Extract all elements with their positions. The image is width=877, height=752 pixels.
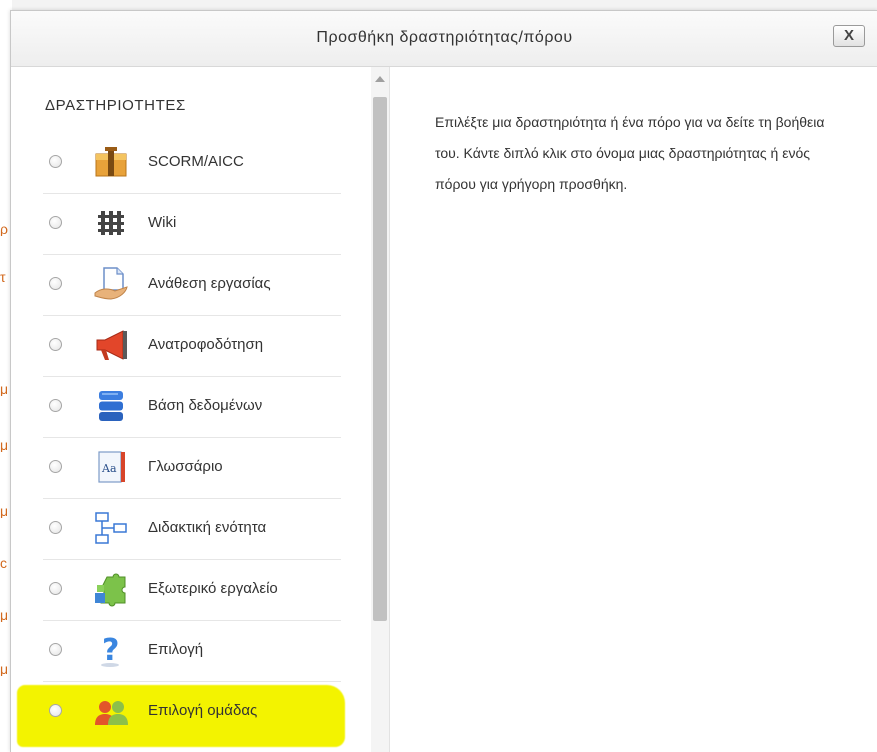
activity-option-wiki[interactable]: Wiki <box>11 194 371 255</box>
backdrop-fragment: μ <box>0 662 9 676</box>
activity-option-database[interactable]: Βάση δεδομένων <box>11 377 371 438</box>
activity-option-scorm[interactable]: SCORM/AICC <box>11 133 371 194</box>
activity-option-group-choice[interactable]: Επιλογή ομάδας <box>11 682 371 747</box>
svg-text:Aa: Aa <box>101 462 117 475</box>
radio-button[interactable] <box>49 643 62 656</box>
backdrop-fragment: μ <box>0 504 9 518</box>
options-scrollbar[interactable] <box>371 67 389 752</box>
radio-button[interactable] <box>49 338 62 351</box>
svg-text:?: ? <box>102 633 119 668</box>
close-button[interactable]: X <box>833 25 865 47</box>
scorm-package-icon <box>95 147 127 177</box>
radio-button[interactable] <box>49 704 62 717</box>
activity-label: Εξωτερικό εργαλείο <box>148 580 278 597</box>
dialog-title: Προσθήκη δραστηριότητας/πόρου <box>316 29 573 46</box>
database-icon <box>99 391 123 421</box>
activity-option-glossary[interactable]: Aa Γλωσσάριο <box>11 438 371 499</box>
backdrop-fragment: τ <box>0 270 6 284</box>
activities-heading: ΔΡΑΣΤΗΡΙΟΤΗΤΕΣ <box>45 97 186 114</box>
dialog-header: Προσθήκη δραστηριότητας/πόρου X <box>11 11 877 67</box>
activity-option-choice[interactable]: ? Επιλογή <box>11 621 371 682</box>
activity-label: Διδακτική ενότητα <box>148 519 267 536</box>
glossary-icon: Aa <box>98 451 125 483</box>
activity-label: Wiki <box>148 214 177 231</box>
activity-list: SCORM/AICC Wiki Ανάθεση εργασίας Ανατροφ… <box>11 133 371 747</box>
activity-option-assignment[interactable]: Ανάθεση εργασίας <box>11 255 371 316</box>
scroll-up-arrow-icon[interactable] <box>375 76 385 82</box>
activity-label: Ανατροφοδότηση <box>148 336 264 353</box>
backdrop-fragment: μ <box>0 608 9 622</box>
feedback-megaphone-icon <box>96 330 127 360</box>
activity-option-lesson[interactable]: Διδακτική ενότητα <box>11 499 371 560</box>
activity-label: Επιλογή ομάδας <box>148 702 258 719</box>
backdrop-fragment: c <box>0 556 7 570</box>
activity-label: Γλωσσάριο <box>148 458 223 475</box>
activity-label: SCORM/AICC <box>148 153 244 170</box>
activity-label: Βάση δεδομένων <box>148 397 263 414</box>
add-activity-dialog: Προσθήκη δραστηριότητας/πόρου X ΔΡΑΣΤΗΡΙ… <box>10 10 877 752</box>
activity-label: Ανάθεση εργασίας <box>148 275 271 292</box>
radio-button[interactable] <box>49 460 62 473</box>
wiki-icon <box>98 210 124 236</box>
activity-option-feedback[interactable]: Ανατροφοδότηση <box>11 316 371 377</box>
close-icon: X <box>843 27 854 44</box>
activity-label: Επιλογή <box>148 641 204 658</box>
group-choice-icon <box>95 701 128 725</box>
backdrop-fragment: μ <box>0 382 9 396</box>
radio-button[interactable] <box>49 216 62 229</box>
backdrop-fragment: μ <box>0 438 9 452</box>
external-tool-puzzle-icon <box>95 573 126 607</box>
radio-button[interactable] <box>49 155 62 168</box>
activity-options-panel: ΔΡΑΣΤΗΡΙΟΤΗΤΕΣ SCORM/AICC Wiki Ανάθεση ε… <box>11 67 390 752</box>
radio-button[interactable] <box>49 399 62 412</box>
lesson-icon <box>95 512 127 544</box>
backdrop-fragment: ρ <box>0 222 8 236</box>
choice-question-icon: ? <box>101 633 119 668</box>
radio-button[interactable] <box>49 582 62 595</box>
scrollbar-thumb[interactable] <box>373 97 387 621</box>
activity-option-external-tool[interactable]: Εξωτερικό εργαλείο <box>11 560 371 621</box>
radio-button[interactable] <box>49 277 62 290</box>
radio-button[interactable] <box>49 521 62 534</box>
assignment-icon <box>94 267 128 300</box>
help-text: Επιλέξτε μια δραστηριότητα ή ένα πόρο γι… <box>435 114 825 192</box>
help-panel: Επιλέξτε μια δραστηριότητα ή ένα πόρο γι… <box>409 67 849 752</box>
